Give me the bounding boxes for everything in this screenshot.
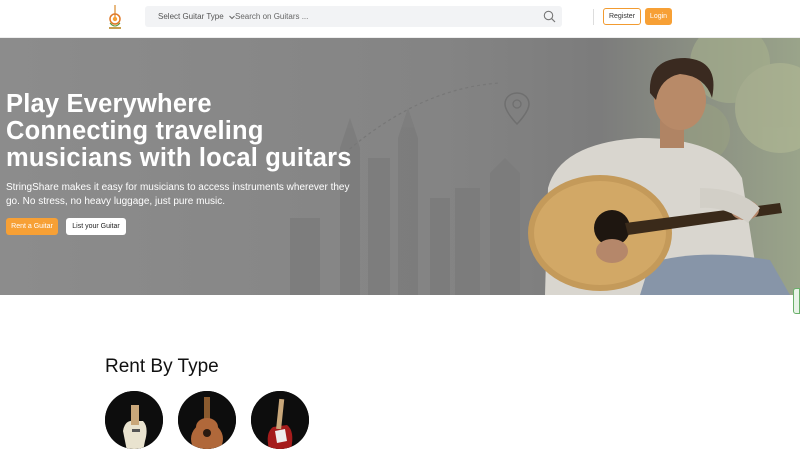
guitar-type-select-label: Select Guitar Type (158, 12, 224, 21)
hero-title: Play Everywhere Connecting traveling mus… (6, 91, 386, 172)
hero-banner: Play Everywhere Connecting traveling mus… (0, 38, 800, 295)
rent-by-type-title: Rent By Type (105, 356, 219, 377)
header-divider (593, 9, 594, 25)
search-input[interactable] (235, 8, 535, 25)
login-button[interactable]: Login (645, 8, 672, 25)
bass-guitar-image (251, 391, 309, 449)
guitar-type-electric[interactable] (105, 391, 163, 449)
top-navbar: Select Guitar Type Register Login (0, 0, 800, 38)
rent-guitar-button[interactable]: Rent a Guitar (6, 218, 58, 235)
register-button[interactable]: Register (603, 8, 641, 25)
guitar-type-bass[interactable] (251, 391, 309, 449)
hero-title-line-3: musicians with local guitars (6, 144, 352, 172)
list-guitar-button[interactable]: List your Guitar (66, 218, 126, 235)
search-bar: Select Guitar Type (145, 6, 562, 27)
hero-title-line-1: Play Everywhere (6, 90, 212, 118)
side-feedback-widget[interactable] (793, 288, 800, 314)
acoustic-guitar-image (178, 391, 236, 449)
hero-subtitle: StringShare makes it easy for musicians … (6, 182, 350, 207)
search-icon[interactable] (543, 10, 556, 23)
stringshare-logo[interactable] (106, 3, 124, 31)
guitar-type-select[interactable]: Select Guitar Type (158, 6, 236, 27)
guitar-type-acoustic[interactable] (178, 391, 236, 449)
hero-title-line-2: Connecting traveling (6, 117, 264, 145)
electric-guitar-image (105, 391, 163, 449)
